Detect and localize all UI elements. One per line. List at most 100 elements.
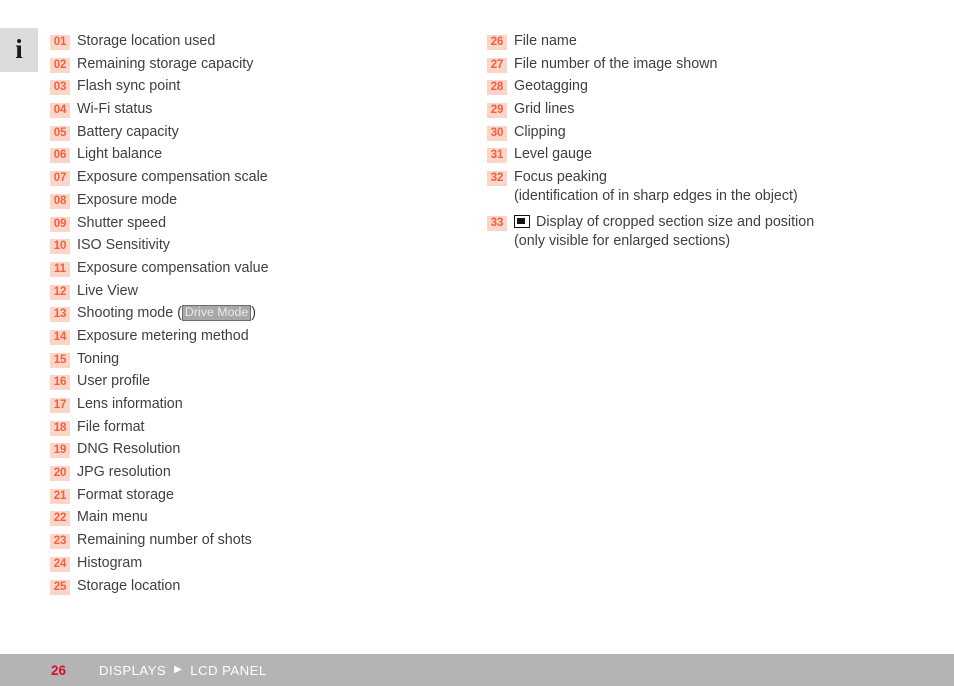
footer-page-number: 26 [51, 662, 67, 678]
legend-item-label-main: Remaining storage capacity [77, 55, 254, 72]
legend-item-number: 01 [50, 35, 70, 50]
legend-item-label-suffix: ) [251, 305, 257, 322]
legend-item-label: Exposure compensation scale [77, 168, 268, 187]
legend-item-label-main: Geotagging [514, 78, 588, 95]
legend-item: 02 Remaining storage capacity [50, 55, 450, 74]
legend-item-number: 09 [50, 216, 70, 232]
legend-item: 14 Exposure metering method [50, 327, 450, 346]
legend-item-label: DNG Resolution [77, 440, 180, 459]
legend-item-number: 23 [50, 534, 70, 550]
legend-item-number: 13 [50, 307, 70, 323]
legend-item-label-main: Battery capacity [77, 123, 179, 140]
legend-item-label: User profile [77, 372, 150, 391]
legend-item-label: Exposure mode [77, 191, 177, 210]
legend-item: 16 User profile [50, 372, 450, 391]
legend-item-number: 26 [487, 35, 507, 50]
legend-item-label: Flash sync point [77, 77, 180, 96]
legend-item-label-main: Toning [77, 350, 120, 367]
legend-item-label-main: Exposure mode [77, 191, 178, 208]
crop-section-icon [514, 215, 530, 229]
legend-item-number: 08 [50, 193, 70, 209]
legend-item-label-main: User profile [77, 373, 151, 390]
legend-item: 24 Histogram [50, 554, 450, 573]
legend-item: 29 Grid lines [487, 100, 907, 119]
legend-item-label: JPG resolution [77, 463, 171, 482]
legend-item-label: Focus peaking (identification of in sharp… [514, 168, 798, 206]
legend-item-label: Remaining storage capacity [77, 55, 253, 74]
legend-item-label-main: Clipping [514, 123, 566, 140]
legend-item-number: 24 [50, 556, 70, 572]
legend-item-label-main: DNG Resolution [77, 441, 181, 458]
legend-item: 32 Focus peaking (identification of in sha… [487, 168, 907, 206]
legend-item: 10 ISO Sensitivity [50, 236, 450, 255]
legend-item: 19 DNG Resolution [50, 440, 450, 459]
legend-item-number: 03 [50, 80, 70, 96]
legend-item-label: ISO Sensitivity [77, 236, 170, 255]
legend-item-number: 33 [487, 216, 507, 232]
legend-item-number: 19 [50, 443, 70, 459]
info-icon-glyph: i [15, 33, 23, 64]
legend-item-label-main: Display of cropped section size and posi… [536, 214, 815, 231]
legend-item-sublabel: (only visible for enlarged sections) [514, 233, 731, 250]
legend-item: 09 Shutter speed [50, 214, 450, 233]
chevron-right-icon: ▶ [174, 664, 183, 675]
legend-item-label: File format [77, 418, 145, 437]
legend-item-label: File number of the image shown [514, 55, 717, 74]
legend-item-label-main: Storage location [77, 577, 181, 594]
legend-item-number: 11 [50, 261, 70, 277]
legend-item: 11 Exposure compensation value [50, 259, 450, 278]
breadcrumb-section: DISPLAYS [99, 662, 167, 678]
legend-item-label-main: Shutter speed [77, 214, 167, 231]
legend-item-label: Battery capacity [77, 123, 179, 142]
legend-item: 23 Remaining number of shots [50, 531, 450, 550]
legend-item: 01 Storage location used [50, 32, 450, 51]
legend-item-number: 14 [50, 329, 70, 345]
legend-item: 30 Clipping [487, 123, 907, 142]
legend-item: 25 Storage location [50, 577, 450, 596]
legend-item-label-main: Flash sync point [77, 78, 181, 95]
legend-item: 05 Battery capacity [50, 123, 450, 142]
legend-item: 26 File name [487, 32, 907, 51]
legend-item-number: 29 [487, 103, 507, 119]
legend-item-label-main: Exposure compensation value [77, 259, 269, 276]
legend-item-number: 27 [487, 57, 507, 73]
legend-item: 31 Level gauge [487, 145, 907, 164]
info-icon: i [0, 28, 38, 72]
legend-item: 22 Main menu [50, 508, 450, 527]
legend-item-number: 17 [50, 398, 70, 413]
legend-item-number: 04 [50, 103, 70, 119]
legend-item-label: Live View [77, 282, 138, 301]
legend-item: 18 File format [50, 418, 450, 437]
legend-item-number: 15 [50, 352, 70, 368]
legend-item-number: 28 [487, 80, 507, 96]
legend-item-label: Display of cropped section size and posi… [514, 213, 814, 251]
legend-item-number: 20 [50, 466, 70, 482]
legend-item-number: 18 [50, 420, 70, 436]
legend-item-label: Exposure metering method [77, 327, 249, 346]
legend-item-label-main: File number of the image shown [514, 55, 718, 72]
legend-item-label: Grid lines [514, 100, 574, 119]
legend-item: 20 JPG resolution [50, 463, 450, 482]
legend-item-number: 32 [487, 171, 507, 187]
legend-item: 07 Exposure compensation scale [50, 168, 450, 187]
legend-item-number: 30 [487, 125, 507, 141]
legend-item: 12 Live View [50, 282, 450, 301]
legend-item-label: Shooting mode (Drive Mode) [77, 304, 256, 323]
legend-item-label: Light balance [77, 145, 162, 164]
legend-item-label-main: Live View [77, 282, 138, 299]
legend-item: 33 Display of cropped section size and po… [487, 213, 907, 251]
legend-item-number: 07 [50, 171, 70, 187]
breadcrumb: DISPLAYS ▶ LCD PANEL [99, 663, 267, 678]
legend-item-label-main: Exposure compensation scale [77, 169, 268, 186]
legend-item-label: Wi-Fi status [77, 100, 152, 119]
legend-item-label: Remaining number of shots [77, 531, 252, 550]
legend-item-number: 21 [50, 488, 70, 504]
legend-item-label: Lens information [77, 395, 183, 414]
legend-item-label-main: Main menu [77, 509, 148, 526]
legend-item: 27 File number of the image shown [487, 55, 907, 74]
legend-item: 04 Wi-Fi status [50, 100, 450, 119]
legend-item: 13 Shooting mode (Drive Mode) [50, 304, 450, 323]
legend-item-sublabel: (identification of in sharp edges in the… [514, 188, 798, 205]
legend-item-number: 02 [50, 57, 70, 73]
legend-item-label-main: Format storage [77, 486, 174, 503]
